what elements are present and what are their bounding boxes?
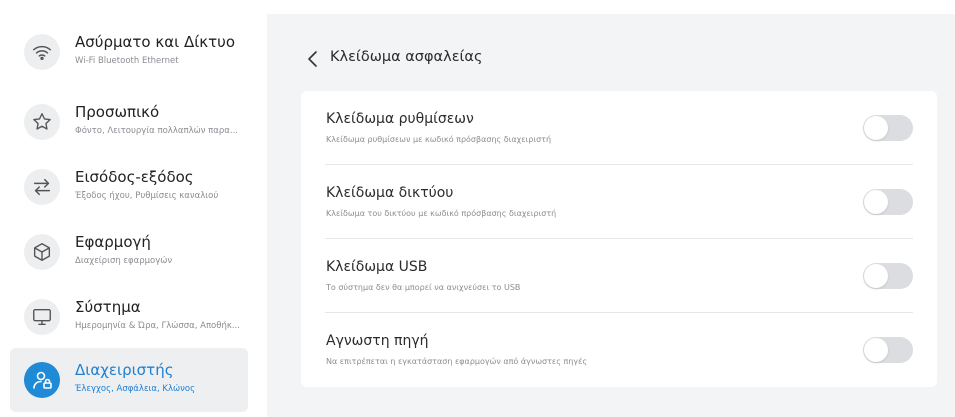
row-description: Να επιτρέπεται η εγκατάσταση εφαρμογών α… (326, 357, 588, 366)
back-button[interactable] (305, 47, 329, 71)
sidebar-item-input-output[interactable]: Εισόδος-εξόδος Έξοδος ήχου, Ρυθμίσεις κα… (10, 155, 248, 219)
unknown-source-toggle[interactable] (863, 337, 913, 363)
monitor-icon (24, 299, 60, 335)
settings-card: Κλείδωμα ρυθμίσεων Κλείδωμα ρυθμίσεων με… (301, 91, 937, 387)
sidebar-item-wireless-network[interactable]: Ασύρματο και Δίκτυο Wi-Fi Bluetooth Ethe… (10, 20, 248, 84)
sidebar-item-administrator[interactable]: Διαχειριστής Έλεγχος, Ασφάλεια, Κλώνος (10, 348, 248, 412)
wifi-icon (24, 34, 60, 70)
sidebar-item-subtitle: Wi-Fi Bluetooth Ethernet (75, 56, 179, 66)
toggle-knob (864, 338, 888, 362)
toggle-knob (864, 190, 888, 214)
network-lock-toggle[interactable] (863, 189, 913, 215)
sidebar-item-subtitle: Έξοδος ήχου, Ρυθμίσεις καναλιού (75, 191, 219, 201)
star-icon (24, 104, 60, 140)
page-title: Κλείδωμα ασφαλείας (330, 49, 483, 65)
network-lock-row: Κλείδωμα δικτύου Κλείδωμα του δικτύου με… (325, 165, 913, 239)
row-title: Κλείδωμα ρυθμίσεων (326, 111, 474, 127)
row-title: Κλείδωμα δικτύου (326, 185, 454, 201)
toggle-knob (864, 116, 888, 140)
usb-lock-toggle[interactable] (863, 263, 913, 289)
row-title: Αγνωστη πηγή (326, 333, 429, 349)
settings-lock-toggle[interactable] (863, 115, 913, 141)
sidebar-item-title: Προσωπικό (75, 103, 160, 121)
sidebar-item-title: Διαχειριστής (75, 361, 174, 379)
usb-lock-row: Κλείδωμα USB Το σύστημα δεν θα μπορεί να… (325, 239, 913, 313)
row-description: Το σύστημα δεν θα μπορεί να ανιχνεύσει τ… (326, 283, 521, 292)
main-panel: Κλείδωμα ασφαλείας Κλείδωμα ρυθμίσεων Κλ… (267, 14, 955, 417)
admin-user-lock-icon (24, 362, 60, 398)
row-description: Κλείδωμα ρυθμίσεων με κωδικό πρόσβασης δ… (326, 135, 552, 144)
sidebar: Ασύρματο και Δίκτυο Wi-Fi Bluetooth Ethe… (0, 0, 258, 417)
sidebar-item-subtitle: Ημερομηνία & Ώρα, Γλώσσα, Αποθήκ... (75, 321, 240, 331)
row-title: Κλείδωμα USB (326, 259, 428, 275)
settings-lock-row: Κλείδωμα ρυθμίσεων Κλείδωμα ρυθμίσεων με… (325, 91, 913, 165)
sidebar-item-title: Εφαρμογή (75, 233, 151, 251)
sidebar-item-subtitle: Διαχείριση εφαρμογών (75, 256, 173, 266)
sidebar-item-title: Εισόδος-εξόδος (75, 168, 194, 186)
sidebar-item-title: Σύστημα (75, 298, 141, 316)
input-output-icon (24, 169, 60, 205)
sidebar-item-system[interactable]: Σύστημα Ημερομηνία & Ώρα, Γλώσσα, Αποθήκ… (10, 285, 248, 349)
chevron-left-icon (308, 51, 317, 67)
sidebar-item-subtitle: Φόντο, Λειτουργία πολλαπλών παρα... (75, 126, 239, 136)
toggle-knob (864, 264, 888, 288)
cube-icon (24, 234, 60, 270)
row-description: Κλείδωμα του δικτύου με κωδικό πρόσβασης… (326, 209, 557, 218)
sidebar-item-personal[interactable]: Προσωπικό Φόντο, Λειτουργία πολλαπλών πα… (10, 90, 248, 154)
sidebar-item-application[interactable]: Εφαρμογή Διαχείριση εφαρμογών (10, 220, 248, 284)
sidebar-item-title: Ασύρματο και Δίκτυο (75, 33, 236, 51)
sidebar-item-subtitle: Έλεγχος, Ασφάλεια, Κλώνος (75, 384, 196, 394)
unknown-source-row: Αγνωστη πηγή Να επιτρέπεται η εγκατάστασ… (325, 313, 913, 387)
